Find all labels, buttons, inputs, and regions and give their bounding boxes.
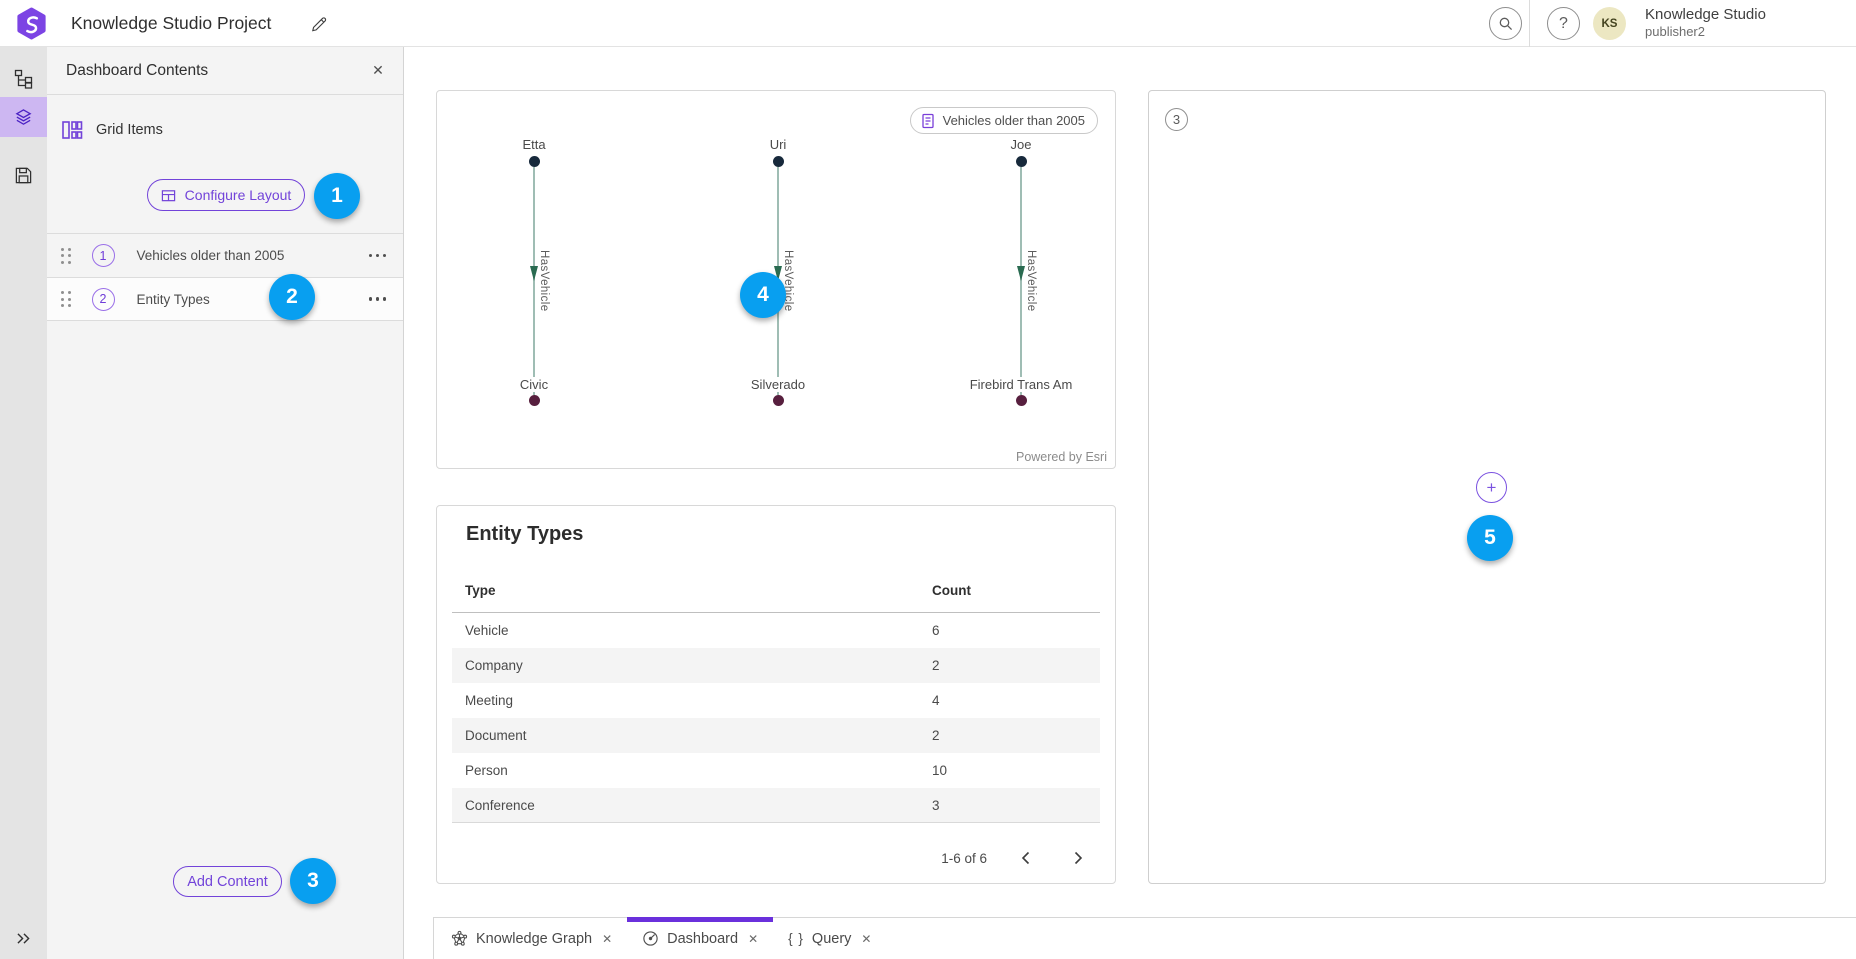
graph-edge-line	[1020, 167, 1022, 395]
app-header: Knowledge Studio Project ? KS Knowledge …	[0, 0, 1856, 47]
table-row: Company 2	[452, 648, 1100, 683]
slot-number-badge: 3	[1165, 108, 1188, 131]
save-icon[interactable]	[0, 155, 47, 195]
graph-edge-label: HasVehicle	[538, 250, 550, 312]
add-widget-plus-icon[interactable]: +	[1476, 472, 1507, 503]
widget-title: Entity Types	[466, 523, 583, 546]
panel-title: Dashboard Contents	[66, 62, 365, 80]
list-item[interactable]: 2 Entity Types	[47, 277, 403, 321]
tab-label: Query	[812, 931, 852, 947]
braces-icon: { }	[788, 931, 804, 946]
user-role: publisher2	[1645, 23, 1766, 40]
graph-node-vehicle	[773, 395, 784, 406]
filter-chip[interactable]: Vehicles older than 2005	[910, 107, 1098, 134]
esri-attribution: Powered by Esri	[1016, 450, 1107, 464]
list-item[interactable]: 1 Vehicles older than 2005	[47, 233, 403, 277]
configure-layout-button[interactable]: Configure Layout	[147, 179, 305, 211]
edit-title-pencil-icon[interactable]	[305, 11, 331, 37]
filter-chip-label: Vehicles older than 2005	[943, 113, 1085, 128]
drag-handle-icon[interactable]	[61, 291, 71, 307]
tab-query[interactable]: { } Query ✕	[773, 918, 886, 959]
dashboard-gauge-icon	[642, 930, 659, 947]
drag-handle-icon[interactable]	[61, 248, 71, 264]
table-pagination: 1-6 of 6	[941, 845, 1091, 871]
widget-doc-icon	[920, 113, 936, 129]
expand-rail-chevrons-icon[interactable]	[0, 923, 47, 953]
data-model-icon[interactable]	[0, 59, 47, 99]
header-divider	[1529, 0, 1530, 47]
graph-node-vehicle	[1016, 395, 1027, 406]
knowledge-studio-logo-icon	[15, 7, 48, 40]
close-tab-icon[interactable]: ✕	[602, 932, 612, 946]
panel-header: Dashboard Contents ✕	[47, 47, 403, 95]
layout-icon	[161, 188, 176, 203]
graph-edge-label: HasVehicle	[1025, 250, 1037, 312]
column-header-type: Type	[452, 583, 932, 598]
close-tab-icon[interactable]: ✕	[748, 932, 758, 946]
graph-node-person	[1016, 156, 1027, 167]
grid-items-label: Grid Items	[96, 122, 163, 138]
tab-knowledge-graph[interactable]: Knowledge Graph ✕	[436, 918, 627, 959]
user-info: Knowledge Studio publisher2	[1645, 6, 1766, 40]
ellipsis-menu-icon[interactable]	[369, 291, 387, 307]
graph-node-vehicle	[529, 395, 540, 406]
graph-node-person	[773, 156, 784, 167]
entity-types-table: Type Count Vehicle 6 Company 2 Meeting 4…	[452, 568, 1100, 823]
chevron-left-icon[interactable]	[1013, 845, 1039, 871]
table-row: Person 10	[452, 753, 1100, 788]
graph-node-label: Firebird Trans Am	[936, 377, 1106, 392]
empty-grid-slot: 3 +	[1148, 90, 1826, 884]
graph-edge-column: Joe HasVehicle Firebird Trans Am	[936, 91, 1106, 468]
item-number-badge: 2	[92, 288, 115, 311]
search-icon[interactable]	[1489, 7, 1522, 40]
callout-badge-2: 2	[269, 274, 315, 320]
dashboard-canvas: Vehicles older than 2005 Etta HasVehicle…	[405, 47, 1856, 959]
tab-label: Dashboard	[667, 931, 738, 947]
table-row: Document 2	[452, 718, 1100, 753]
help-icon[interactable]: ?	[1547, 7, 1580, 40]
table-row: Vehicle 6	[452, 613, 1100, 648]
graph-node-label: Silverado	[693, 377, 863, 392]
layers-icon[interactable]	[0, 97, 47, 137]
user-name: Knowledge Studio	[1645, 6, 1766, 23]
left-icon-rail	[0, 47, 47, 959]
graph-edge-arrow-icon	[530, 266, 538, 281]
avatar[interactable]: KS	[1593, 7, 1626, 40]
graph-node-label: Civic	[449, 377, 619, 392]
callout-badge-4: 4	[740, 272, 786, 318]
graph-edge-arrow-icon	[1017, 266, 1025, 281]
ellipsis-menu-icon[interactable]	[369, 248, 387, 264]
table-header-row: Type Count	[452, 568, 1100, 613]
column-header-count: Count	[932, 583, 1100, 598]
callout-badge-1: 1	[314, 173, 360, 219]
graph-node-label: Joe	[936, 137, 1106, 152]
close-icon[interactable]: ✕	[365, 58, 391, 84]
configure-layout-label: Configure Layout	[185, 187, 292, 203]
item-label: Vehicles older than 2005	[137, 248, 369, 263]
add-content-button[interactable]: Add Content	[173, 866, 282, 897]
grid-items-icon	[61, 119, 83, 141]
chevron-right-icon[interactable]	[1065, 845, 1091, 871]
graph-edge-line	[533, 167, 535, 395]
tab-dashboard[interactable]: Dashboard ✕	[627, 918, 773, 959]
entity-types-widget: Entity Types Type Count Vehicle 6 Compan…	[436, 505, 1116, 884]
item-number-badge: 1	[92, 244, 115, 267]
pagination-range: 1-6 of 6	[941, 851, 987, 866]
view-tab-bar: Knowledge Graph ✕ Dashboard ✕ { } Query …	[433, 917, 1856, 959]
tab-label: Knowledge Graph	[476, 931, 592, 947]
table-row: Meeting 4	[452, 683, 1100, 718]
callout-badge-5: 5	[1467, 515, 1513, 561]
page-title: Knowledge Studio Project	[71, 0, 271, 47]
item-label: Entity Types	[137, 292, 369, 307]
callout-badge-3: 3	[290, 858, 336, 904]
knowledge-graph-icon	[451, 930, 468, 947]
graph-node-label: Uri	[693, 137, 863, 152]
graph-edge-column: Etta HasVehicle Civic	[449, 91, 619, 468]
close-tab-icon[interactable]: ✕	[861, 932, 871, 946]
graph-node-person	[529, 156, 540, 167]
grid-item-list: 1 Vehicles older than 2005 2 Entity Type…	[47, 233, 403, 321]
grid-items-section: Grid Items	[47, 95, 403, 141]
graph-node-label: Etta	[449, 137, 619, 152]
table-row: Conference 3	[452, 788, 1100, 823]
